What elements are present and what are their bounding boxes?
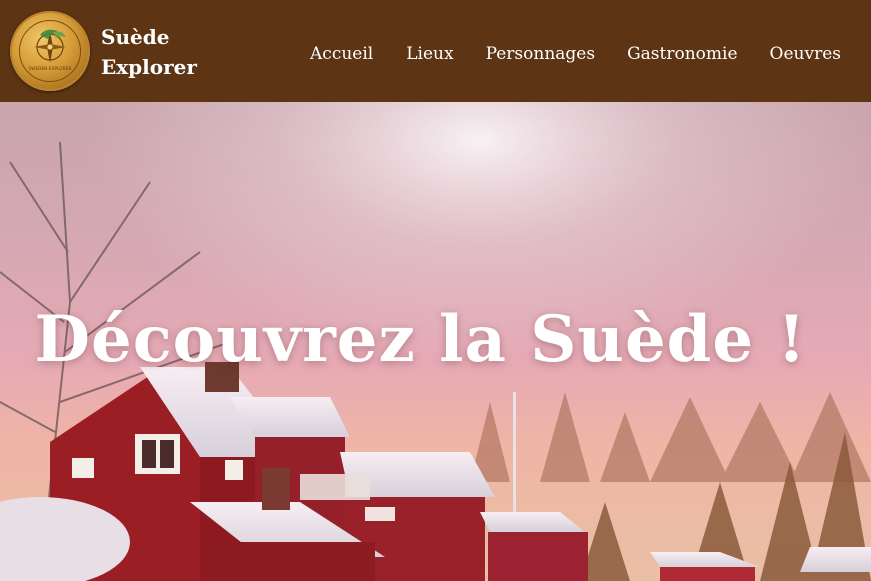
nav-link-oeuvres[interactable]: Oeuvres <box>770 40 841 68</box>
nav-link-lieux[interactable]: Lieux <box>406 40 453 68</box>
brand-name-line2: Explorer <box>101 55 197 79</box>
brand-name-line1: Suède <box>101 25 170 49</box>
brand-name[interactable]: Suède Explorer <box>101 22 197 82</box>
brand-logo[interactable]: SWEDEN EXPLORER <box>10 11 90 91</box>
main-nav: Accueil Lieux Personnages Gastronomie Oe… <box>310 40 841 68</box>
logo-caption: SWEDEN EXPLORER <box>28 66 72 71</box>
hero-title: Découvrez la Suède ! <box>34 302 807 377</box>
nav-link-gastronomie[interactable]: Gastronomie <box>627 40 737 68</box>
top-navbar: SWEDEN EXPLORER Suède Explorer Accueil L… <box>0 0 871 102</box>
nav-link-personnages[interactable]: Personnages <box>486 40 596 68</box>
nav-link-accueil[interactable]: Accueil <box>310 40 373 68</box>
hero-banner: Découvrez la Suède ! <box>0 102 871 581</box>
compass-icon <box>34 29 66 63</box>
